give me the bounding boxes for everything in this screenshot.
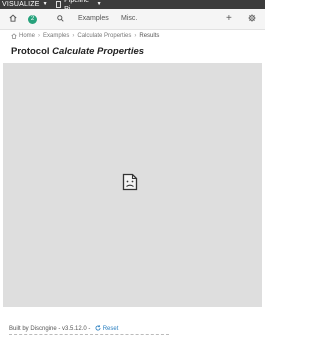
app-name: VISUALIZE (2, 1, 40, 8)
reset-label: Reset (102, 326, 119, 332)
home-icon[interactable] (9, 9, 18, 29)
pipeline-icon (55, 1, 62, 8)
chevron-down-icon: ▼ (42, 1, 48, 7)
add-button[interactable]: + (226, 9, 232, 29)
gear-icon[interactable] (248, 9, 256, 29)
footer-divider (9, 334, 169, 338)
breadcrumb-current: Results (139, 33, 160, 39)
nav-misc[interactable]: Misc. (121, 9, 137, 29)
broken-image-icon (122, 173, 138, 196)
home-icon (11, 33, 17, 39)
breadcrumb-separator: › (72, 33, 75, 39)
built-by-text: Built by Discngine - v3.5.12.0 - (9, 326, 91, 332)
refresh-icon (95, 325, 101, 331)
app-menu[interactable]: VISUALIZE ▼ (0, 0, 48, 9)
breadcrumb-calculate[interactable]: Calculate Properties (77, 33, 131, 39)
breadcrumb-separator: › (134, 33, 137, 39)
search-icon[interactable] (57, 9, 64, 29)
tab-chevron-down-icon[interactable]: ▼ (97, 0, 102, 9)
footer-built-by: Built by Discngine - v3.5.12.0 - Reset (9, 325, 118, 332)
window-topbar: VISUALIZE ▼ Pipeline Pi... ▼ (0, 0, 265, 13)
page-title-prefix: Protocol (11, 46, 50, 57)
breadcrumb-separator: › (38, 33, 41, 39)
top-nav: 2 Examples Misc. + (0, 9, 265, 30)
results-panel (3, 63, 262, 307)
reset-link[interactable]: Reset (95, 325, 119, 332)
breadcrumb-home[interactable]: Home (19, 33, 35, 39)
nav-examples[interactable]: Examples (78, 9, 109, 29)
page-title: Protocol Calculate Properties (11, 46, 144, 57)
breadcrumb-examples[interactable]: Examples (43, 33, 69, 39)
footer: Built by Discngine - v3.5.12.0 - Reset (0, 316, 265, 338)
breadcrumb: Home › Examples › Calculate Properties ›… (11, 33, 159, 39)
page-title-name: Calculate Properties (52, 46, 145, 57)
notification-badge[interactable]: 2 (28, 15, 37, 24)
